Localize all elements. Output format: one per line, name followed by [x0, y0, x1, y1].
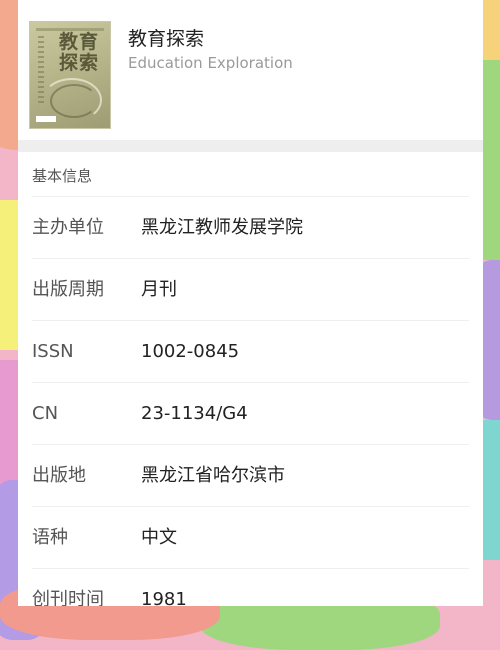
info-value: 1002-0845 [141, 341, 240, 362]
journal-header: 教育探索 教育探索 Education Exploration [18, 0, 483, 140]
cover-title: 教育探索 [58, 31, 99, 74]
info-key: 创刊时间 [32, 589, 104, 606]
info-key: ISSN [32, 341, 74, 362]
info-row-language: 语种 中文 [32, 506, 469, 568]
section-divider [18, 140, 483, 152]
info-row-frequency: 出版周期 月刊 [32, 258, 469, 320]
info-value: 黑龙江省哈尔滨市 [141, 465, 285, 486]
info-row-place: 出版地 黑龙江省哈尔滨市 [32, 444, 469, 506]
journal-title: 教育探索 [128, 28, 205, 50]
journal-subtitle: Education Exploration [128, 54, 293, 72]
info-key: 出版地 [32, 465, 86, 486]
info-row-issn: ISSN 1002-0845 [32, 320, 469, 382]
info-key: 出版周期 [32, 279, 104, 300]
info-value: 黑龙江教师发展学院 [141, 217, 303, 238]
info-row-founded: 创刊时间 1981 [32, 568, 469, 606]
journal-info-card: 教育探索 教育探索 Education Exploration 基本信息 主办单… [18, 0, 483, 606]
section-label: 基本信息 [32, 167, 93, 185]
journal-cover-image[interactable]: 教育探索 [30, 22, 110, 128]
info-value: 23-1134/G4 [141, 403, 248, 424]
info-row-cn: CN 23-1134/G4 [32, 382, 469, 444]
info-value: 1981 [141, 589, 187, 606]
info-key: CN [32, 403, 59, 424]
info-value: 月刊 [141, 279, 177, 300]
info-value: 中文 [141, 527, 177, 548]
info-key: 语种 [32, 527, 68, 548]
info-key: 主办单位 [32, 217, 104, 238]
info-row-sponsor: 主办单位 黑龙江教师发展学院 [32, 196, 469, 258]
